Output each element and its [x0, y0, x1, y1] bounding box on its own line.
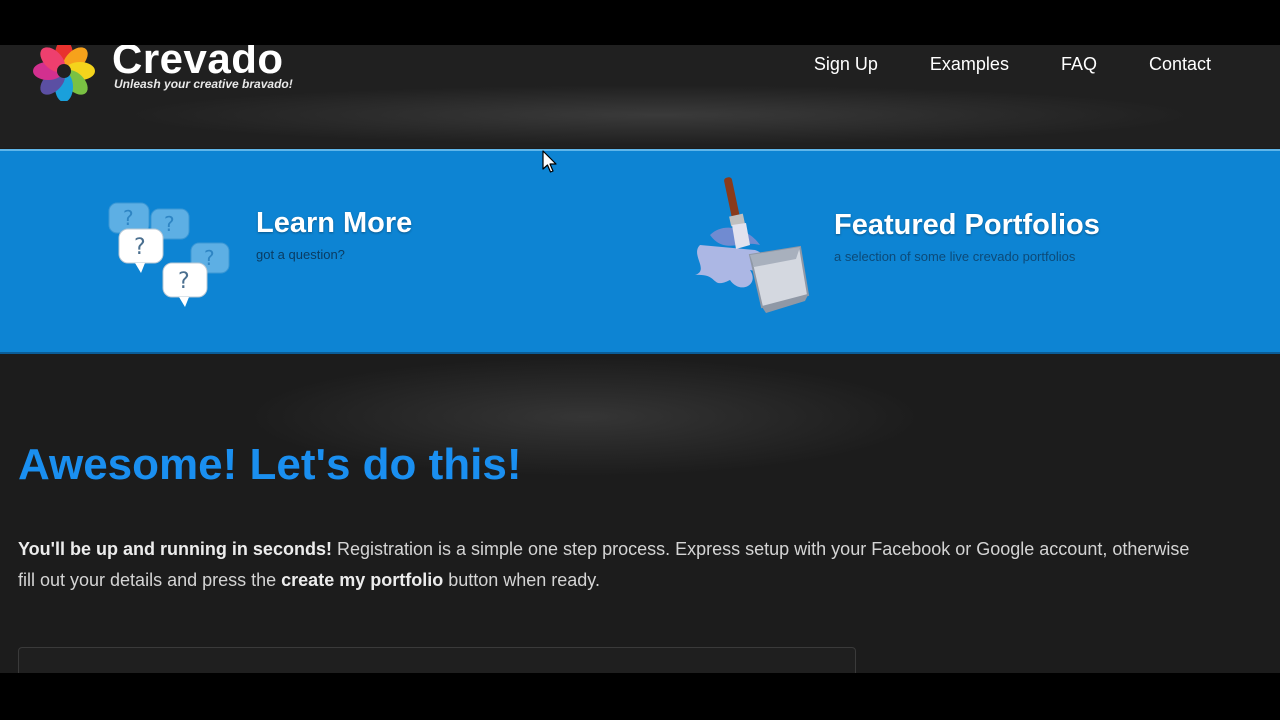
intro-emphasis: You'll be up and running in seconds! — [18, 539, 332, 559]
featured-portfolios-subtitle: a selection of some live crevado portfol… — [834, 249, 1076, 264]
logo-tagline: Unleash your creative bravado! — [114, 77, 293, 91]
main-navigation: Sign Up Examples FAQ Contact — [814, 54, 1211, 75]
mouse-cursor-icon — [542, 150, 557, 173]
nav-contact[interactable]: Contact — [1149, 54, 1211, 75]
svg-text:?: ? — [164, 212, 175, 236]
crevado-logo[interactable]: Crevado Unleash your creative bravado! — [22, 45, 322, 101]
paint-bucket-icon — [695, 177, 810, 313]
browser-viewport: Crevado Unleash your creative bravado! S… — [0, 45, 1280, 673]
nav-examples[interactable]: Examples — [930, 54, 1009, 75]
featured-portfolios-link[interactable]: Featured Portfolios a selection of some … — [680, 175, 1200, 320]
learn-more-title: Learn More — [256, 207, 413, 239]
create-portfolio-emphasis: create my portfolio — [281, 570, 444, 590]
nav-sign-up[interactable]: Sign Up — [814, 54, 878, 75]
flower-logo-icon — [33, 45, 95, 101]
registration-intro: You'll be up and running in seconds! Reg… — [18, 534, 1198, 596]
learn-more-link[interactable]: ? ? ? ? ? Learn More got a question? — [105, 193, 525, 313]
site-header: Crevado Unleash your creative bravado! S… — [0, 45, 1280, 148]
question-bubbles-icon: ? ? ? ? ? — [108, 202, 230, 307]
feature-banner: ? ? ? ? ? Learn More got a question? Fea… — [0, 149, 1280, 354]
intro-text-end: button when ready. — [443, 570, 600, 590]
registration-form-container — [18, 647, 856, 673]
svg-text:?: ? — [178, 269, 190, 294]
featured-portfolios-title: Featured Portfolios — [834, 209, 1100, 241]
nav-faq[interactable]: FAQ — [1061, 54, 1097, 75]
svg-text:?: ? — [134, 235, 146, 260]
learn-more-subtitle: got a question? — [256, 247, 345, 262]
svg-text:?: ? — [123, 206, 134, 230]
page-heading: Awesome! Let's do this! — [18, 440, 522, 489]
